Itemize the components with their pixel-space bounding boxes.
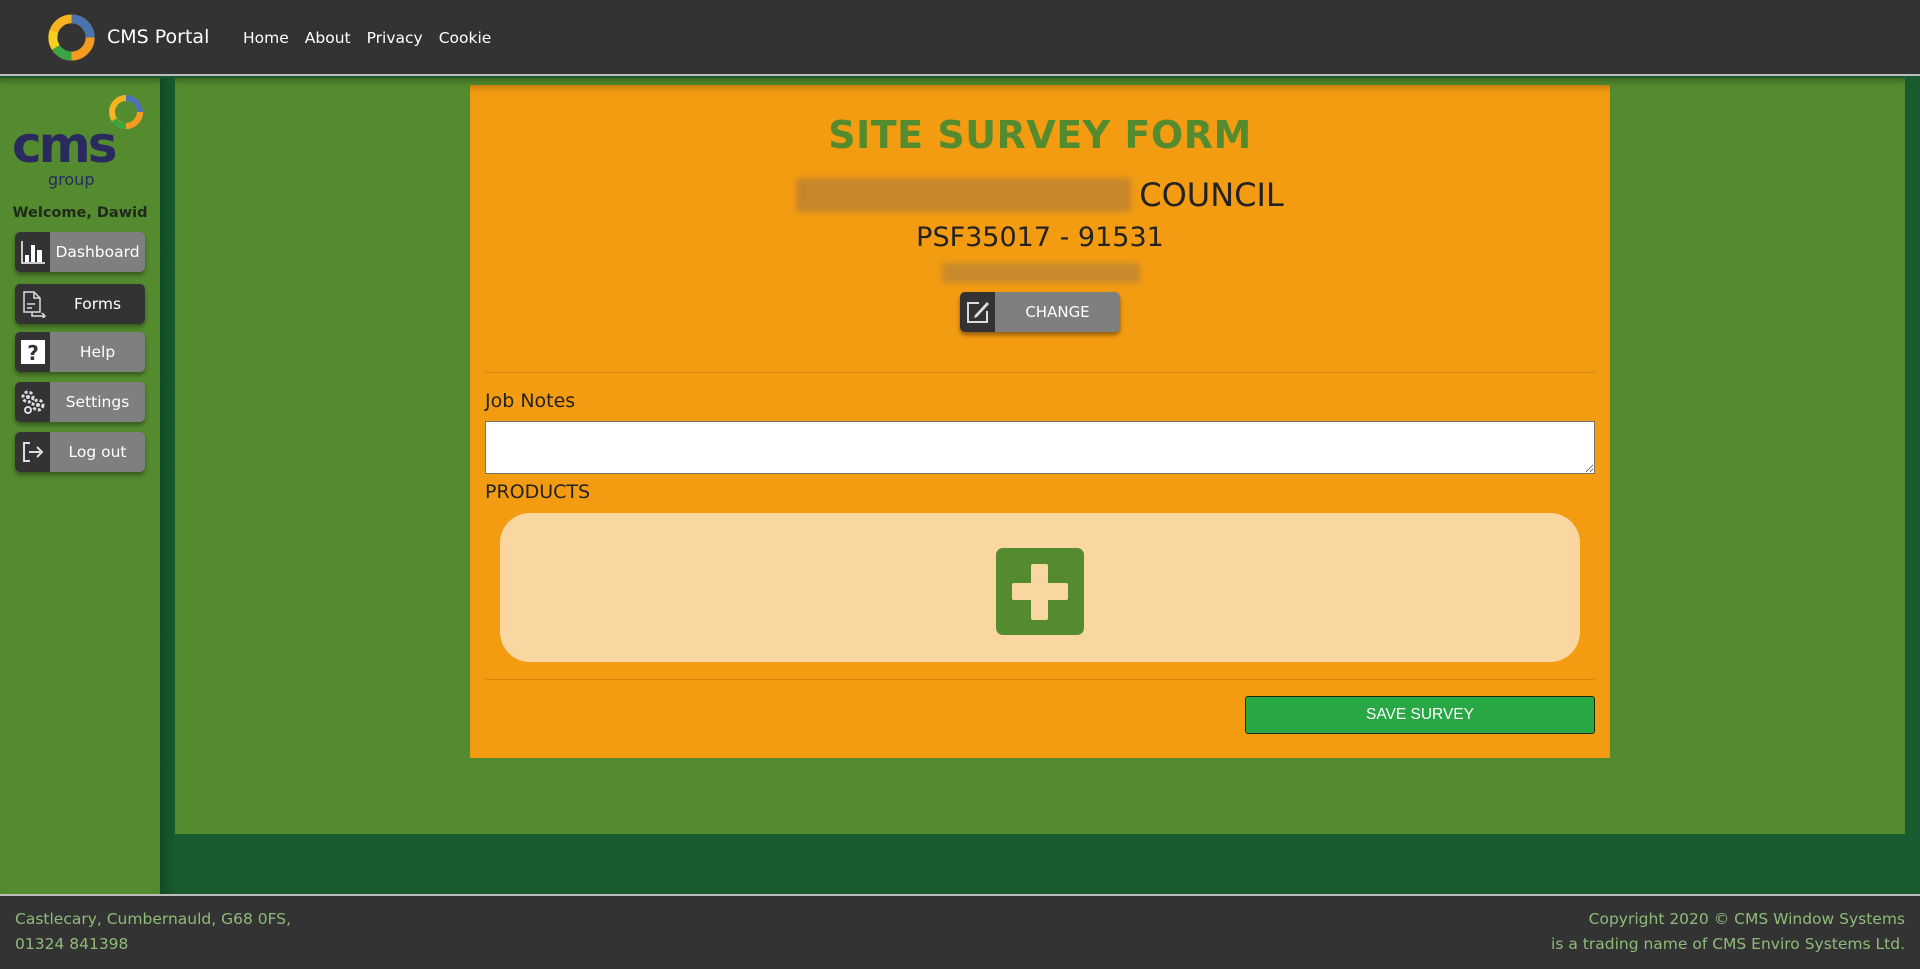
- nav-cookie[interactable]: Cookie: [431, 26, 500, 50]
- svg-text:group: group: [48, 170, 94, 189]
- nav-privacy[interactable]: Privacy: [359, 26, 431, 50]
- change-label: CHANGE: [1025, 303, 1090, 321]
- change-button[interactable]: CHANGE: [960, 292, 1120, 332]
- add-product-button[interactable]: [996, 548, 1084, 635]
- survey-reference: PSF35017 - 91531: [916, 222, 1164, 253]
- sidebar-item-help[interactable]: ? Help: [15, 332, 145, 372]
- main-nav: Home About Privacy Cookie: [235, 26, 499, 50]
- phone-number: 01324 841398: [15, 935, 129, 953]
- council-name: COUNCIL: [470, 176, 1610, 214]
- products-container: [500, 513, 1580, 662]
- redacted-address: [942, 263, 1140, 283]
- sidebar-divider: [160, 78, 175, 894]
- redacted-council-name: [796, 178, 1132, 212]
- address-line: Castlecary, Cumbernauld, G68 0FS,: [15, 910, 292, 928]
- sidebar: cms group Welcome, Dawid Dashboard Forms: [0, 78, 160, 894]
- svg-text:cms: cms: [12, 116, 116, 174]
- copyright-line: Copyright 2020 © CMS Window Systems: [1588, 910, 1905, 928]
- products-label: PRODUCTS: [485, 481, 591, 503]
- page-title: SITE SURVEY FORM: [828, 113, 1252, 157]
- council-suffix: COUNCIL: [1139, 176, 1284, 214]
- save-survey-button[interactable]: SAVE SURVEY: [1245, 696, 1595, 734]
- bar-chart-icon: [15, 232, 50, 272]
- footer-copyright: Copyright 2020 © CMS Window Systems is a…: [1551, 907, 1905, 957]
- job-notes-label: Job Notes: [485, 390, 576, 412]
- brand-name: CMS Portal: [107, 26, 210, 48]
- help-icon: ?: [15, 332, 50, 372]
- sidebar-item-label: Forms: [73, 295, 122, 313]
- footer: Castlecary, Cumbernauld, G68 0FS, 01324 …: [0, 894, 1920, 969]
- sidebar-item-logout[interactable]: Log out: [15, 432, 145, 472]
- edit-icon: [960, 292, 995, 332]
- welcome-text: Welcome, Dawid: [12, 205, 148, 221]
- sidebar-item-label: Settings: [65, 393, 130, 411]
- sidebar-item-forms[interactable]: Forms: [15, 284, 145, 324]
- gears-icon: [15, 382, 50, 422]
- top-navbar: CMS Portal Home About Privacy Cookie: [0, 0, 1920, 76]
- cms-group-logo: cms group: [12, 95, 143, 189]
- logout-icon: [15, 432, 50, 472]
- cms-ring-logo-icon: [48, 13, 95, 61]
- document-icon: [15, 284, 50, 324]
- sidebar-item-label: Help: [79, 343, 116, 361]
- sidebar-item-label: Log out: [68, 443, 127, 461]
- brand-link[interactable]: CMS Portal: [46, 12, 209, 62]
- svg-text:?: ?: [27, 341, 39, 365]
- nav-about[interactable]: About: [297, 26, 359, 50]
- trading-name-line: is a trading name of CMS Enviro Systems …: [1551, 935, 1905, 953]
- sidebar-item-label: Dashboard: [55, 243, 140, 261]
- job-notes-input[interactable]: [485, 421, 1595, 474]
- site-survey-form: SITE SURVEY FORM COUNCIL PSF35017 - 9153…: [470, 85, 1610, 758]
- sidebar-item-dashboard[interactable]: Dashboard: [15, 232, 145, 272]
- nav-home[interactable]: Home: [235, 26, 297, 50]
- footer-address: Castlecary, Cumbernauld, G68 0FS, 01324 …: [15, 907, 291, 957]
- divider: [485, 679, 1595, 680]
- divider: [485, 372, 1595, 373]
- sidebar-item-settings[interactable]: Settings: [15, 382, 145, 422]
